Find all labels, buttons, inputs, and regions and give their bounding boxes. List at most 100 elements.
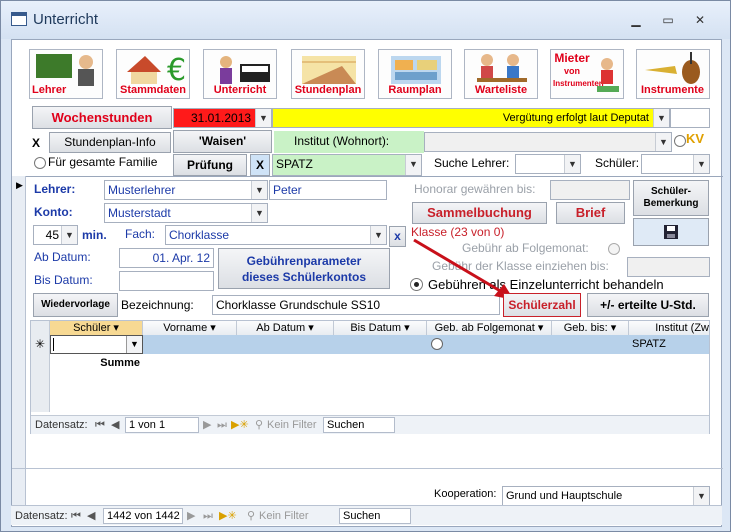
- subnav-position[interactable]: 1 von 1: [125, 417, 199, 433]
- chevron-down-icon[interactable]: ▼: [655, 133, 671, 151]
- column-header-vorname[interactable]: Vorname ▾: [143, 321, 237, 335]
- current-record-icon: ▶: [16, 180, 23, 190]
- date-combo[interactable]: 31.01.2013 ▼: [173, 108, 272, 128]
- chevron-down-icon[interactable]: ▼: [405, 155, 421, 175]
- wiedervorlage-button[interactable]: Wiedervorlage: [33, 293, 118, 317]
- column-header-bis-datum[interactable]: Bis Datum ▾: [334, 321, 427, 335]
- gebuehr-klasse-field[interactable]: [627, 257, 710, 277]
- column-header-institut[interactable]: Institut (Zw: [629, 321, 709, 335]
- verguetung-combo[interactable]: Vergütung erfolgt laut Deputat ▼: [272, 108, 670, 128]
- chevron-down-icon[interactable]: ▼: [126, 336, 142, 353]
- chevron-down-icon[interactable]: ▼: [693, 487, 709, 505]
- bezeichnung-label: Bezeichnung:: [121, 298, 194, 312]
- chevron-down-icon[interactable]: ▼: [251, 204, 267, 222]
- stammdaten-button[interactable]: € Stammdaten: [116, 49, 190, 99]
- sammelbuchung-button[interactable]: Sammelbuchung: [412, 202, 547, 224]
- chevron-down-icon[interactable]: ▼: [251, 181, 267, 199]
- column-header-geb-folgemonat[interactable]: Geb. ab Folgemonat ▾: [427, 321, 552, 335]
- mainnav-last-button[interactable]: ⏭: [203, 508, 213, 524]
- mieter-button[interactable]: Mieter von Instrumenten: [550, 49, 624, 99]
- ab-datum-label: Ab Datum:: [34, 250, 91, 264]
- chevron-down-icon[interactable]: ▼: [255, 109, 271, 127]
- lehrer-button[interactable]: Lehrer: [29, 49, 103, 99]
- svg-text:€: €: [167, 53, 186, 88]
- mainnav-prev-button[interactable]: ◀: [87, 508, 95, 524]
- lehrer-combo[interactable]: Musterlehrer ▼: [104, 180, 268, 200]
- fach-combo[interactable]: Chorklasse ▼: [165, 225, 387, 245]
- subnav-new-button[interactable]: ▶✳: [231, 417, 249, 433]
- subnav-last-button[interactable]: ⏭: [217, 417, 227, 433]
- chevron-down-icon[interactable]: ▼: [61, 226, 77, 244]
- clear-x-button[interactable]: X: [32, 136, 40, 150]
- institut-combo[interactable]: ▼: [424, 132, 672, 152]
- mainnav-first-button[interactable]: ⏮: [71, 508, 81, 524]
- main-navigation: Datensatz: ⏮ ◀ 1442 von 1442 ▶ ⏭ ▶✳ ⚲ Ke…: [11, 505, 722, 525]
- stundenplan-button[interactable]: Stundenplan: [291, 49, 365, 99]
- schuelerzahl-button[interactable]: Schülerzahl: [503, 293, 581, 317]
- mainnav-new-button[interactable]: ▶✳: [219, 508, 237, 524]
- kv-radio[interactable]: [674, 135, 686, 147]
- mainnav-filter[interactable]: Kein Filter: [259, 508, 309, 524]
- institut-label: Institut (Wohnort):: [294, 134, 390, 148]
- new-row-schueler-combo[interactable]: ▼: [50, 335, 143, 354]
- konto-combo[interactable]: Musterstadt ▼: [104, 203, 268, 223]
- minimize-button[interactable]: ▁: [625, 11, 647, 29]
- suche-lehrer-combo[interactable]: ▼: [515, 154, 581, 174]
- bis-datum-field[interactable]: [119, 271, 214, 291]
- instrumente-button[interactable]: Instrumente: [636, 49, 710, 99]
- mainnav-position[interactable]: 1442 von 1442: [103, 508, 183, 524]
- maximize-button[interactable]: ▭: [657, 11, 679, 29]
- schueler-search-label: Schüler:: [595, 156, 640, 170]
- waisen-button[interactable]: 'Waisen': [173, 130, 272, 153]
- mainnav-next-button[interactable]: ▶: [187, 508, 195, 524]
- grid-corner[interactable]: [31, 321, 50, 335]
- honorar-field[interactable]: [550, 180, 630, 200]
- spatz-combo[interactable]: SPATZ ▼: [272, 154, 422, 176]
- lehrer-firstname-field[interactable]: Peter: [269, 180, 387, 200]
- column-header-ab-datum[interactable]: Ab Datum ▾: [237, 321, 334, 335]
- house-euro-icon: €: [127, 53, 186, 88]
- warteliste-button[interactable]: Warteliste: [464, 49, 538, 99]
- wochenstunden-button[interactable]: Wochenstunden: [32, 106, 172, 129]
- gebuehrenparameter-button[interactable]: Gebührenparameter dieses Schülerkontos: [218, 248, 390, 289]
- schueler-search-combo[interactable]: ▼: [641, 154, 710, 174]
- new-row-cells[interactable]: [143, 335, 629, 354]
- unterricht-button[interactable]: Unterricht: [203, 49, 277, 99]
- pruefung-button[interactable]: Prüfung: [173, 154, 247, 176]
- subnav-prev-button[interactable]: ◀: [111, 417, 119, 433]
- subnav-search[interactable]: Suchen: [323, 417, 395, 433]
- ab-datum-field[interactable]: 01. Apr. 12: [119, 248, 214, 268]
- brief-button[interactable]: Brief: [556, 202, 625, 224]
- record-selector[interactable]: [12, 176, 26, 506]
- divider: [12, 468, 723, 469]
- column-header-geb-bis[interactable]: Geb. bis: ▾: [552, 321, 629, 335]
- schedule-icon: [302, 56, 356, 84]
- folgemonat-radio[interactable]: [608, 243, 620, 255]
- verguetung-extra-field[interactable]: [670, 108, 710, 128]
- save-button[interactable]: [633, 218, 709, 246]
- pruefung-clear-button[interactable]: X: [250, 154, 270, 176]
- subnav-filter[interactable]: Kein Filter: [267, 417, 317, 433]
- chevron-down-icon[interactable]: ▼: [564, 155, 580, 173]
- chevron-down-icon[interactable]: ▼: [370, 226, 386, 244]
- schueler-bemerkung-button[interactable]: Schüler- Bemerkung: [633, 180, 709, 216]
- column-header-schueler[interactable]: Schüler ▾: [50, 321, 143, 335]
- subnav-next-button[interactable]: ▶: [203, 417, 211, 433]
- erteilte-ustd-button[interactable]: +/- erteilte U-Std.: [587, 293, 709, 317]
- filter-icon: ⚲: [247, 510, 256, 522]
- kooperation-combo[interactable]: Grund und Hauptschule ▼: [502, 486, 710, 506]
- minutes-combo[interactable]: 45 ▼: [33, 225, 78, 245]
- close-button[interactable]: ✕: [689, 11, 711, 29]
- raumplan-button[interactable]: Raumplan: [378, 49, 452, 99]
- fach-clear-button[interactable]: x: [389, 226, 406, 247]
- kooperation-label: Kooperation:: [434, 488, 497, 500]
- subnav-first-button[interactable]: ⏮: [95, 417, 105, 433]
- mainnav-search[interactable]: Suchen: [339, 508, 411, 524]
- new-row-folgemonat-radio[interactable]: [431, 338, 443, 350]
- new-row-marker[interactable]: ✳: [31, 335, 50, 354]
- familie-radio[interactable]: [34, 157, 46, 169]
- schueler-datasheet[interactable]: Schüler ▾ Vorname ▾ Ab Datum ▾ Bis Datum…: [30, 320, 710, 434]
- stundenplan-info-button[interactable]: Stundenplan-Info: [49, 132, 171, 153]
- chevron-down-icon[interactable]: ▼: [693, 155, 709, 173]
- chevron-down-icon[interactable]: ▼: [653, 109, 669, 127]
